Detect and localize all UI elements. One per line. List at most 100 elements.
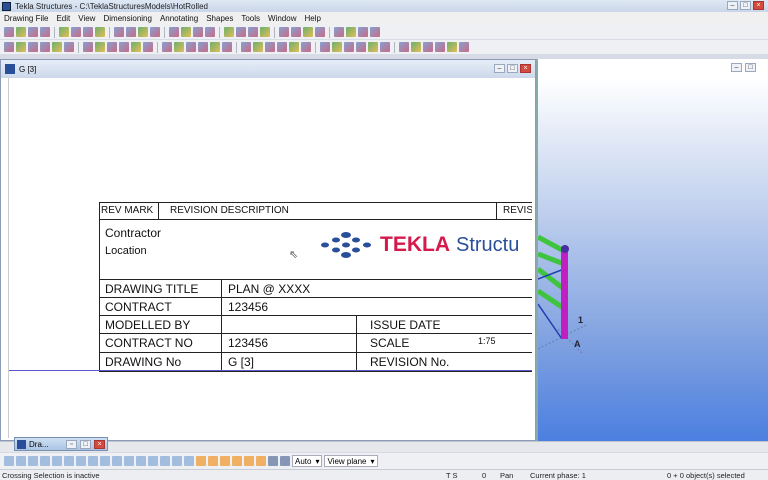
toolbar-tool-icon[interactable]: [181, 27, 191, 37]
toolbar-tool-icon[interactable]: [119, 42, 129, 52]
selection-switch-icon[interactable]: [256, 456, 266, 466]
view-plane-dropdown[interactable]: View plane ▾: [324, 455, 378, 467]
toolbar-tool-icon[interactable]: [210, 42, 220, 52]
toolbar-tool-icon[interactable]: [301, 42, 311, 52]
toolbar-tool-icon[interactable]: [358, 27, 368, 37]
toolbar-tool-icon[interactable]: [64, 42, 74, 52]
toolbar-tool-icon[interactable]: [224, 27, 234, 37]
toolbar-tool-icon[interactable]: [174, 42, 184, 52]
toolbar-tool-icon[interactable]: [114, 27, 124, 37]
toolbar-tool-icon[interactable]: [380, 42, 390, 52]
toolbar-tool-icon[interactable]: [95, 27, 105, 37]
drawing-sheet[interactable]: REV MARK REVISION DESCRIPTION REVIS Cont…: [8, 78, 532, 438]
toolbar-tool-icon[interactable]: [52, 42, 62, 52]
toolbar-tool-icon[interactable]: [236, 27, 246, 37]
selection-switch-icon[interactable]: [136, 456, 146, 466]
selection-switch-icon[interactable]: [88, 456, 98, 466]
close-button[interactable]: ×: [753, 1, 764, 10]
toolbar-tool-icon[interactable]: [40, 42, 50, 52]
toolbar-tool-icon[interactable]: [83, 42, 93, 52]
drawing-close-button[interactable]: ×: [520, 64, 531, 73]
toolbar-tool-icon[interactable]: [344, 42, 354, 52]
toolbar-tool-icon[interactable]: [186, 42, 196, 52]
selection-switch-icon[interactable]: [76, 456, 86, 466]
selection-switch-icon[interactable]: [220, 456, 230, 466]
toolbar-tool-icon[interactable]: [435, 42, 445, 52]
selection-switch-icon[interactable]: [100, 456, 110, 466]
toolbar-tool-icon[interactable]: [368, 42, 378, 52]
selection-switch-icon[interactable]: [160, 456, 170, 466]
toolbar-tool-icon[interactable]: [423, 42, 433, 52]
selection-switch-icon[interactable]: [268, 456, 278, 466]
minimized-drawing-window[interactable]: Dra... ▫ □ ×: [14, 437, 108, 451]
toolbar-tool-icon[interactable]: [162, 42, 172, 52]
toolbar-tool-icon[interactable]: [4, 42, 14, 52]
menu-view[interactable]: View: [74, 14, 99, 23]
toolbar-tool-icon[interactable]: [193, 27, 203, 37]
toolbar-tool-icon[interactable]: [59, 27, 69, 37]
minwin-restore-button[interactable]: ▫: [66, 439, 77, 449]
toolbar-tool-icon[interactable]: [205, 27, 215, 37]
toolbar-tool-icon[interactable]: [356, 42, 366, 52]
toolbar-tool-icon[interactable]: [241, 42, 251, 52]
toolbar-tool-icon[interactable]: [370, 27, 380, 37]
toolbar-tool-icon[interactable]: [198, 42, 208, 52]
toolbar-tool-icon[interactable]: [334, 27, 344, 37]
minwin-maximize-button[interactable]: □: [80, 439, 91, 449]
toolbar-tool-icon[interactable]: [126, 27, 136, 37]
toolbar-tool-icon[interactable]: [303, 27, 313, 37]
toolbar-tool-icon[interactable]: [16, 27, 26, 37]
toolbar-tool-icon[interactable]: [16, 42, 26, 52]
toolbar-tool-icon[interactable]: [320, 42, 330, 52]
minimize-button[interactable]: –: [727, 1, 738, 10]
drawing-minimize-button[interactable]: –: [494, 64, 505, 73]
selection-switch-icon[interactable]: [172, 456, 182, 466]
selection-switch-icon[interactable]: [28, 456, 38, 466]
horizontal-scrollbar[interactable]: [0, 441, 768, 452]
menu-edit[interactable]: Edit: [52, 14, 74, 23]
menu-drawing-file[interactable]: Drawing File: [0, 14, 52, 23]
toolbar-tool-icon[interactable]: [143, 42, 153, 52]
toolbar-tool-icon[interactable]: [107, 42, 117, 52]
toolbar-tool-icon[interactable]: [277, 42, 287, 52]
toolbar-tool-icon[interactable]: [28, 27, 38, 37]
menu-shapes[interactable]: Shapes: [202, 14, 237, 23]
toolbar-tool-icon[interactable]: [222, 42, 232, 52]
selection-switch-icon[interactable]: [64, 456, 74, 466]
toolbar-tool-icon[interactable]: [28, 42, 38, 52]
toolbar-tool-icon[interactable]: [289, 42, 299, 52]
drawing-restore-button[interactable]: □: [507, 64, 518, 73]
toolbar-tool-icon[interactable]: [332, 42, 342, 52]
toolbar-tool-icon[interactable]: [83, 27, 93, 37]
toolbar-tool-icon[interactable]: [95, 42, 105, 52]
selection-switch-icon[interactable]: [112, 456, 122, 466]
menu-tools[interactable]: Tools: [237, 14, 264, 23]
toolbar-tool-icon[interactable]: [150, 27, 160, 37]
toolbar-tool-icon[interactable]: [40, 27, 50, 37]
toolbar-tool-icon[interactable]: [411, 42, 421, 52]
selection-switch-icon[interactable]: [148, 456, 158, 466]
selection-switch-icon[interactable]: [196, 456, 206, 466]
selection-switch-icon[interactable]: [40, 456, 50, 466]
selection-switch-icon[interactable]: [16, 456, 26, 466]
toolbar-tool-icon[interactable]: [138, 27, 148, 37]
toolbar-tool-icon[interactable]: [260, 27, 270, 37]
selection-switch-icon[interactable]: [52, 456, 62, 466]
menu-dimensioning[interactable]: Dimensioning: [99, 14, 155, 23]
toolbar-tool-icon[interactable]: [265, 42, 275, 52]
toolbar-tool-icon[interactable]: [131, 42, 141, 52]
toolbar-tool-icon[interactable]: [4, 27, 14, 37]
maximize-button[interactable]: □: [740, 1, 751, 10]
toolbar-tool-icon[interactable]: [248, 27, 258, 37]
selection-switch-icon[interactable]: [4, 456, 14, 466]
selection-switch-icon[interactable]: [244, 456, 254, 466]
toolbar-tool-icon[interactable]: [447, 42, 457, 52]
toolbar-tool-icon[interactable]: [279, 27, 289, 37]
selection-switch-icon[interactable]: [208, 456, 218, 466]
menu-help[interactable]: Help: [300, 14, 324, 23]
selection-switch-icon[interactable]: [124, 456, 134, 466]
toolbar-tool-icon[interactable]: [253, 42, 263, 52]
selection-switch-icon[interactable]: [280, 456, 290, 466]
toolbar-tool-icon[interactable]: [169, 27, 179, 37]
toolbar-tool-icon[interactable]: [315, 27, 325, 37]
